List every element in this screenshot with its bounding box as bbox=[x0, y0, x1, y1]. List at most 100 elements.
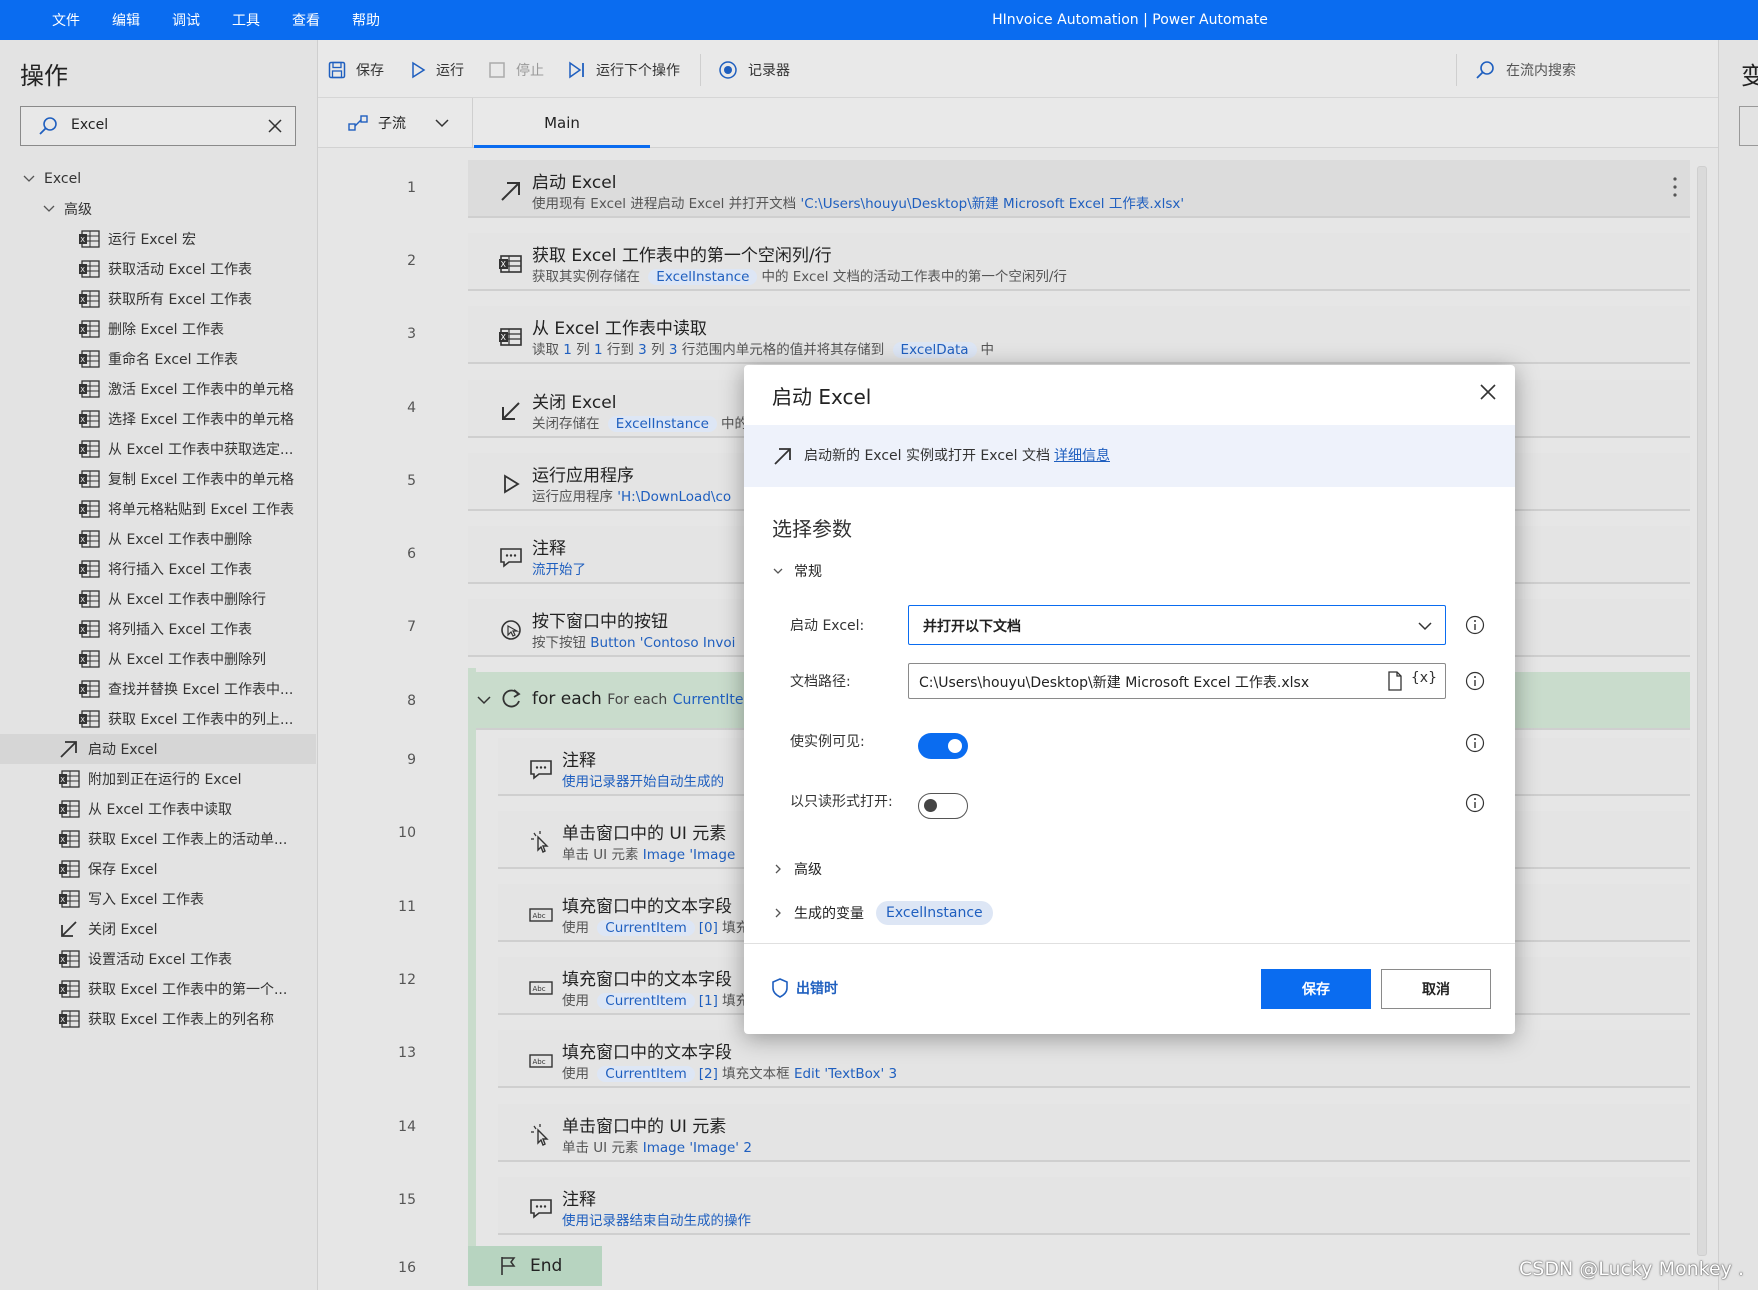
tree-action-item[interactable]: X 选择 Excel 工作表中的单元格 bbox=[0, 404, 316, 434]
line-number: 9 bbox=[407, 752, 416, 768]
chevron-down-icon[interactable] bbox=[22, 172, 36, 186]
menu-debug[interactable]: 调试 bbox=[172, 10, 200, 30]
chevron-down-icon[interactable] bbox=[476, 692, 492, 708]
cancel-button[interactable]: 取消 bbox=[1381, 969, 1491, 1009]
tree-action-item[interactable]: 启动 Excel bbox=[0, 734, 316, 764]
tree-action-item[interactable]: X 获取 Excel 工作表中的第一个... bbox=[0, 974, 316, 1004]
tree-action-item[interactable]: X 附加到正在运行的 Excel bbox=[0, 764, 316, 794]
flow-search-input[interactable]: 在流内搜索 bbox=[1474, 58, 1576, 82]
info-icon[interactable] bbox=[1465, 615, 1485, 635]
group-advanced-toggle[interactable]: 高级 bbox=[772, 859, 822, 879]
tree-action-item[interactable]: X从 Excel 工作表中获取选定... bbox=[0, 434, 316, 464]
tree-action-item[interactable]: X 写入 Excel 工作表 bbox=[0, 884, 316, 914]
tree-group-advanced[interactable]: 高级 bbox=[0, 194, 316, 224]
details-link[interactable]: 详细信息 bbox=[1054, 448, 1110, 464]
tree-action-item[interactable]: X 设置活动 Excel 工作表 bbox=[0, 944, 316, 974]
group-general-toggle[interactable]: 常规 bbox=[772, 561, 822, 581]
info-icon[interactable] bbox=[1465, 733, 1485, 753]
section-title: 选择参数 bbox=[772, 517, 852, 541]
chevron-down-icon[interactable] bbox=[42, 202, 56, 216]
close-icon[interactable] bbox=[1479, 383, 1497, 401]
svg-text:X: X bbox=[80, 566, 85, 574]
menu-file[interactable]: 文件 bbox=[52, 10, 80, 30]
action-fill-text[interactable]: Abc 填充窗口中的文本字段 使用 CurrentItem [2] 填充文本框 E… bbox=[498, 1030, 1694, 1088]
visible-toggle[interactable] bbox=[918, 733, 968, 759]
menu-view[interactable]: 查看 bbox=[292, 10, 320, 30]
tree-action-item[interactable]: X 运行 Excel 宏 bbox=[0, 224, 316, 254]
tree-action-item[interactable]: X 获取 Excel 工作表上的列名称 bbox=[0, 1004, 316, 1034]
tree-action-item[interactable]: X从 Excel 工作表中删除行 bbox=[0, 584, 316, 614]
produced-variable[interactable]: ExcelInstance bbox=[876, 901, 993, 925]
svg-text:X: X bbox=[80, 596, 85, 604]
tree-action-item[interactable]: X 将单元格粘贴到 Excel 工作表 bbox=[0, 494, 316, 524]
menu-tools[interactable]: 工具 bbox=[232, 10, 260, 30]
svg-text:X: X bbox=[80, 716, 85, 724]
stop-button[interactable]: 停止 bbox=[488, 58, 544, 82]
watermark: CSDN @Lucky Monkey . bbox=[1519, 1258, 1744, 1280]
tree-action-item[interactable]: X 将行插入 Excel 工作表 bbox=[0, 554, 316, 584]
tree-action-item[interactable]: X 将列插入 Excel 工作表 bbox=[0, 614, 316, 644]
tab-main[interactable]: Main bbox=[474, 98, 650, 148]
tree-action-item[interactable]: X 获取 Excel 工作表上的活动单... bbox=[0, 824, 316, 854]
info-icon[interactable] bbox=[1465, 671, 1485, 691]
run-next-button[interactable]: 运行下个操作 bbox=[568, 58, 680, 82]
info-icon[interactable] bbox=[1465, 793, 1485, 813]
svg-text:X: X bbox=[80, 686, 85, 694]
action-end[interactable]: End bbox=[468, 1246, 602, 1286]
launch-excel-select[interactable]: 并打开以下文档 bbox=[908, 605, 1446, 645]
recorder-button[interactable]: 记录器 bbox=[718, 58, 790, 82]
action-click-ui[interactable]: 单击窗口中的 UI 元素 单击 UI 元素 Image 'Image' 2 bbox=[498, 1104, 1694, 1162]
action-launch-excel[interactable]: 启动 Excel 使用现有 Excel 进程启动 Excel 并打开文档 'C:… bbox=[468, 160, 1694, 218]
excel-icon: X bbox=[59, 980, 80, 998]
svg-text:X: X bbox=[80, 656, 85, 664]
tree-action-item[interactable]: X 获取所有 Excel 工作表 bbox=[0, 284, 316, 314]
tree-action-item[interactable]: X 重命名 Excel 工作表 bbox=[0, 344, 316, 374]
document-path-input[interactable]: C:\Users\houyu\Desktop\新建 Microsoft Exce… bbox=[908, 663, 1446, 699]
flow-scrollbar[interactable] bbox=[1690, 150, 1716, 1290]
subflow-dropdown[interactable]: 子流 bbox=[348, 113, 450, 133]
action-comment[interactable]: 注释 使用记录器结束自动生成的操作 bbox=[498, 1177, 1694, 1235]
run-button[interactable]: 运行 bbox=[410, 58, 464, 82]
play-icon bbox=[412, 61, 426, 79]
tree-action-item[interactable]: X 删除 Excel 工作表 bbox=[0, 314, 316, 344]
menu-help[interactable]: 帮助 bbox=[352, 10, 380, 30]
variables-pane: 变 bbox=[1718, 40, 1758, 1290]
tree-action-item[interactable]: 关闭 Excel bbox=[0, 914, 316, 944]
action-desc: 运行应用程序 'H:\DownLoad\co bbox=[532, 489, 732, 505]
tree-action-item[interactable]: X 获取活动 Excel 工作表 bbox=[0, 254, 316, 284]
svg-text:X: X bbox=[60, 896, 65, 904]
tree-action-item[interactable]: X 复制 Excel 工作表中的单元格 bbox=[0, 464, 316, 494]
on-error-button[interactable]: 出错时 bbox=[770, 977, 838, 999]
svg-text:X: X bbox=[80, 506, 85, 514]
readonly-toggle[interactable] bbox=[918, 793, 968, 819]
excel-icon: X bbox=[79, 650, 100, 668]
svg-text:X: X bbox=[80, 356, 85, 364]
tree-action-item[interactable]: X 激活 Excel 工作表中的单元格 bbox=[0, 374, 316, 404]
line-number: 6 bbox=[407, 546, 416, 562]
variable-icon[interactable]: {x} bbox=[1411, 670, 1437, 686]
action-get-first-free[interactable]: X 获取 Excel 工作表中的第一个空闲列/行 获取其实例存储在 ExcelI… bbox=[468, 233, 1694, 291]
svg-text:X: X bbox=[501, 260, 507, 269]
tree-action-item[interactable]: X 保存 Excel bbox=[0, 854, 316, 884]
tree-group-excel[interactable]: Excel bbox=[0, 164, 316, 194]
line-number: 13 bbox=[398, 1045, 416, 1061]
close-icon[interactable] bbox=[265, 116, 285, 136]
group-variables-toggle[interactable]: 生成的变量 ExcelInstance bbox=[772, 901, 993, 925]
tree-action-item[interactable]: X从 Excel 工作表中删除 bbox=[0, 524, 316, 554]
svg-text:X: X bbox=[80, 416, 85, 424]
tree-action-item[interactable]: X 获取 Excel 工作表中的列上... bbox=[0, 704, 316, 734]
variables-search[interactable] bbox=[1739, 106, 1758, 146]
menu-edit[interactable]: 编辑 bbox=[112, 10, 140, 30]
action-desc: 使用 CurrentItem [2] 填充文本框 Edit 'TextBox' 3 bbox=[562, 1066, 898, 1082]
save-label: 保存 bbox=[356, 63, 384, 79]
tree-action-item[interactable]: X 查找并替换 Excel 工作表中... bbox=[0, 674, 316, 704]
svg-text:X: X bbox=[60, 1016, 65, 1024]
actions-search-input[interactable]: Excel bbox=[20, 106, 296, 146]
action-read-excel[interactable]: X 从 Excel 工作表中读取 读取 1 列 1 行到 3 列 3 行范围内单… bbox=[468, 306, 1694, 364]
save-button[interactable]: 保存 bbox=[1261, 969, 1371, 1009]
more-icon[interactable] bbox=[1672, 176, 1678, 198]
tree-action-item[interactable]: X从 Excel 工作表中删除列 bbox=[0, 644, 316, 674]
file-icon[interactable] bbox=[1385, 670, 1405, 692]
save-button[interactable]: 保存 bbox=[328, 58, 384, 82]
tree-action-item[interactable]: X从 Excel 工作表中读取 bbox=[0, 794, 316, 824]
